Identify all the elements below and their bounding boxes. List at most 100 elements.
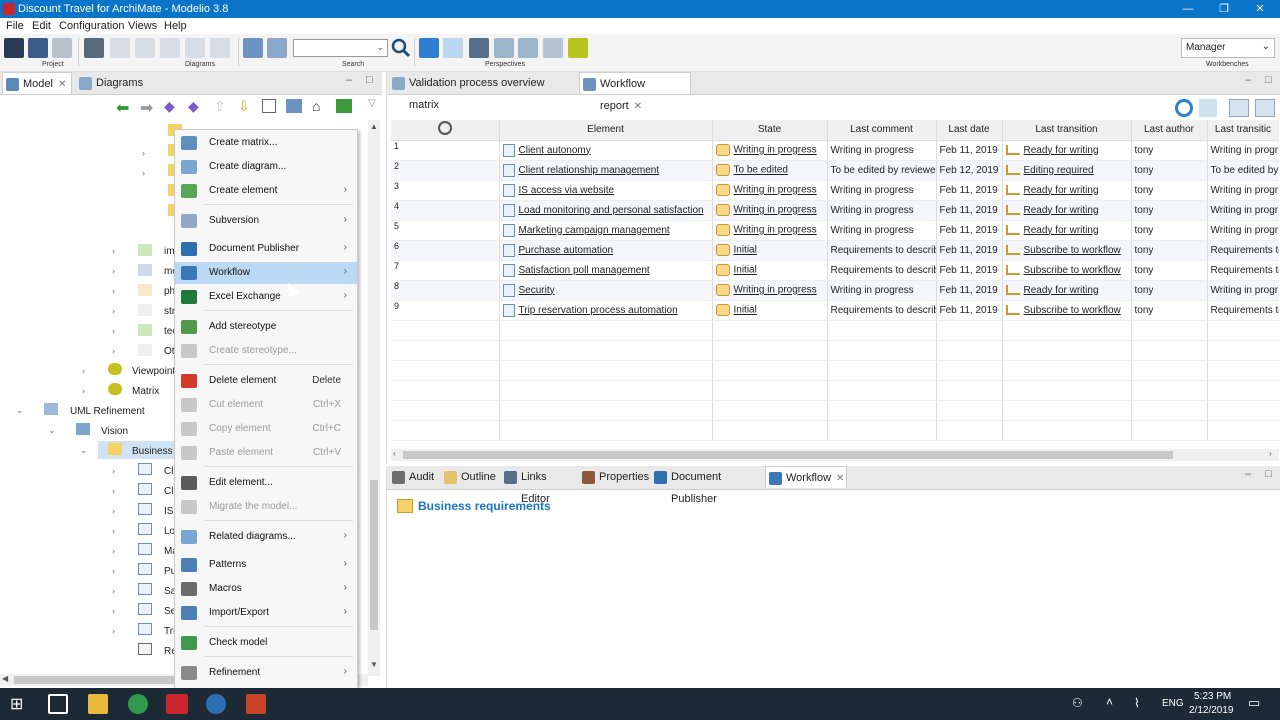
table-row[interactable]: 9 Trip reservation process automation Init… <box>391 300 1279 321</box>
transition-link[interactable]: Ready for writing <box>1024 205 1099 216</box>
minimize-panel-icon[interactable]: – <box>1245 74 1251 86</box>
state-link[interactable]: Writing in progress <box>734 285 817 296</box>
element-link[interactable]: Satisfaction poll management <box>519 265 650 276</box>
sync-icon[interactable] <box>336 99 352 113</box>
menu-item-refinement[interactable]: Refinement › <box>175 662 357 684</box>
expand-arrow-icon[interactable]: › <box>112 266 115 276</box>
people-icon[interactable]: ⚇ <box>1072 696 1083 710</box>
state-cell[interactable]: Initial <box>712 300 828 321</box>
table-row[interactable]: 6 Purchase automation Initial Requirements … <box>391 240 1279 261</box>
state-cell[interactable]: Initial <box>712 260 828 281</box>
transition-link[interactable]: Ready for writing <box>1024 185 1099 196</box>
menu-item-add-stereotype[interactable]: Add stereotype <box>175 316 357 338</box>
column-header-state[interactable]: State <box>712 120 828 141</box>
minimize-button[interactable]: — <box>1170 0 1206 18</box>
menu-configuration[interactable]: Configuration <box>59 20 124 32</box>
expand-arrow-icon[interactable]: › <box>112 246 115 256</box>
transition-link[interactable]: Subscribe to workflow <box>1024 245 1121 256</box>
expand-arrow-icon[interactable]: › <box>112 346 115 356</box>
expand-arrow-icon[interactable]: › <box>112 566 115 576</box>
show-hidden-icons-chevron-icon[interactable]: ˄ <box>1106 695 1113 709</box>
state-link[interactable]: Initial <box>734 245 757 256</box>
collapse-arrow-icon[interactable]: ⌄ <box>48 425 56 436</box>
close-window-button[interactable]: ✕ <box>1242 0 1278 18</box>
state-cell[interactable]: Writing in progress <box>712 180 828 201</box>
tab-model[interactable]: Model ✕ <box>2 72 72 94</box>
table-row[interactable]: 8 Security Writing in progress Writing in p… <box>391 280 1279 301</box>
state-cell[interactable]: Writing in progress <box>712 280 828 301</box>
menu-item-patterns[interactable]: Patterns › <box>175 554 357 576</box>
workbench-select[interactable]: Manager ⌄ <box>1181 38 1275 58</box>
last-transition-cell[interactable]: Editing required <box>1002 160 1132 181</box>
menu-item-delete-element[interactable]: Delete element Delete <box>175 370 357 392</box>
perspective-1-icon[interactable] <box>419 38 439 58</box>
grid-view-icon[interactable] <box>1229 99 1249 117</box>
table-tool-icon[interactable] <box>267 38 287 58</box>
transition-link[interactable]: Ready for writing <box>1024 285 1099 296</box>
undo-icon[interactable] <box>28 38 48 58</box>
table-row[interactable]: 1 Client autonomy Writing in progress Writi… <box>391 140 1279 161</box>
transition-link[interactable]: Ready for writing <box>1024 145 1099 156</box>
tree-item-business-requirements[interactable]: Business r <box>132 446 179 457</box>
menu-views[interactable]: Views <box>128 20 157 32</box>
file-explorer-icon[interactable] <box>88 694 108 714</box>
tree-item-child[interactable]: IS <box>164 506 173 517</box>
perspective-6-icon[interactable] <box>543 38 563 58</box>
transition-link[interactable]: Subscribe to workflow <box>1024 265 1121 276</box>
state-link[interactable]: Writing in progress <box>734 205 817 216</box>
expand-arrow-icon[interactable]: › <box>82 386 85 396</box>
menu-item-create-element[interactable]: Create element › <box>175 180 357 202</box>
horizontal-scrollbar[interactable]: ‹ › <box>391 449 1279 461</box>
diagram-tool-3-icon[interactable] <box>160 38 180 58</box>
tab-document-publisher[interactable]: Document Publisher <box>651 466 763 505</box>
expand-arrow-icon[interactable]: › <box>112 546 115 556</box>
table-row[interactable]: 7 Satisfaction poll management Initial Requ… <box>391 260 1279 281</box>
refresh-icon[interactable] <box>1175 99 1193 117</box>
vertical-scrollbar[interactable]: ▲ ▼ <box>368 120 380 676</box>
menu-item-workflow[interactable]: Workflow › <box>175 262 357 284</box>
column-header-element[interactable]: Element <box>499 120 713 141</box>
state-link[interactable]: Writing in progress <box>734 185 817 196</box>
up-icon[interactable]: ⇧ <box>214 98 226 115</box>
state-cell[interactable]: Writing in progress <box>712 200 828 221</box>
save-icon[interactable] <box>4 38 24 58</box>
scroll-right-icon[interactable]: › <box>1269 449 1272 458</box>
collapse-arrow-icon[interactable]: ⌄ <box>16 405 24 416</box>
close-icon[interactable]: ✕ <box>634 101 642 112</box>
element-link[interactable]: Client autonomy <box>519 145 591 156</box>
menu-item-macros[interactable]: Macros › <box>175 578 357 600</box>
element-cell[interactable]: Security <box>499 280 713 301</box>
dropdown-arrow-icon[interactable]: ⌄ <box>376 42 384 53</box>
element-link[interactable]: Marketing campaign management <box>519 225 670 236</box>
network-icon[interactable]: ⌇ <box>1134 696 1140 710</box>
column-header-last-author[interactable]: Last author <box>1131 120 1208 141</box>
state-link[interactable]: To be edited <box>734 165 789 176</box>
matrix-tool-icon[interactable] <box>243 38 263 58</box>
down-icon[interactable]: ⇩ <box>238 98 250 115</box>
tools-icon[interactable] <box>84 38 104 58</box>
table-row[interactable]: 5 Marketing campaign management Writing in… <box>391 220 1279 241</box>
state-link[interactable]: Initial <box>734 265 757 276</box>
last-transition-cell[interactable]: Subscribe to workflow <box>1002 260 1132 281</box>
element-link[interactable]: IS access via website <box>519 185 615 196</box>
element-link[interactable]: Purchase automation <box>519 245 614 256</box>
close-icon[interactable]: ✕ <box>836 473 844 484</box>
scroll-down-icon[interactable]: ▼ <box>370 660 378 669</box>
menu-file[interactable]: File <box>6 20 24 32</box>
powerpoint-icon[interactable] <box>246 694 266 714</box>
windows-start-icon[interactable]: ⊞ <box>10 694 23 714</box>
last-transition-cell[interactable]: Ready for writing <box>1002 200 1132 221</box>
element-link[interactable]: Client relationship management <box>519 165 660 176</box>
modelio-taskbar-icon[interactable] <box>166 694 188 714</box>
menu-item-create-matrix[interactable]: Create matrix... <box>175 132 357 154</box>
perspective-4-icon[interactable] <box>494 38 514 58</box>
element-cell[interactable]: Satisfaction poll management <box>499 260 713 281</box>
expand-arrow-icon[interactable]: › <box>112 606 115 616</box>
table-view-icon[interactable] <box>1255 99 1275 117</box>
menu-item-import-export[interactable]: Import/Export › <box>175 602 357 624</box>
view-menu-icon[interactable]: ▽ <box>368 98 376 109</box>
element-link[interactable]: Trip reservation process automation <box>519 305 678 316</box>
tab-outline[interactable]: Outline <box>441 466 499 488</box>
expand-arrow-icon[interactable]: › <box>142 168 145 178</box>
column-header-last-transition[interactable]: Last transition <box>1002 120 1132 141</box>
